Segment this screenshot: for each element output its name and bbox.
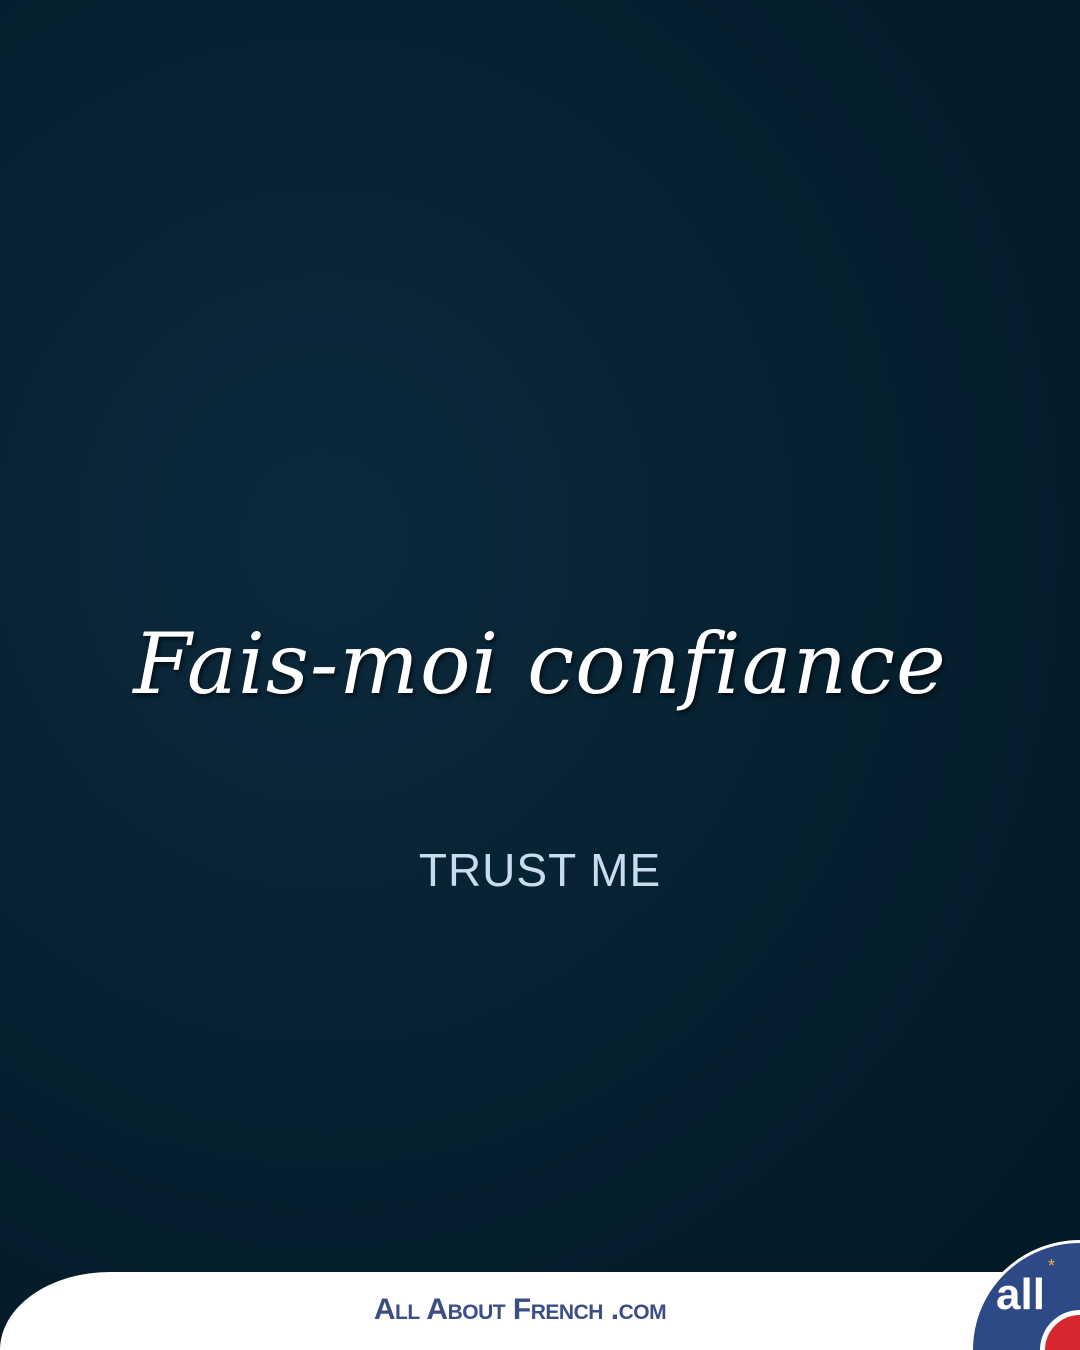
english-translation: TRUST ME	[418, 844, 662, 896]
french-phrase: Fais-moi confiance	[133, 615, 947, 713]
logo-text: all	[996, 1270, 1045, 1319]
brand-name: All About French .com	[373, 1293, 667, 1326]
star-icon: *	[1048, 1256, 1056, 1276]
